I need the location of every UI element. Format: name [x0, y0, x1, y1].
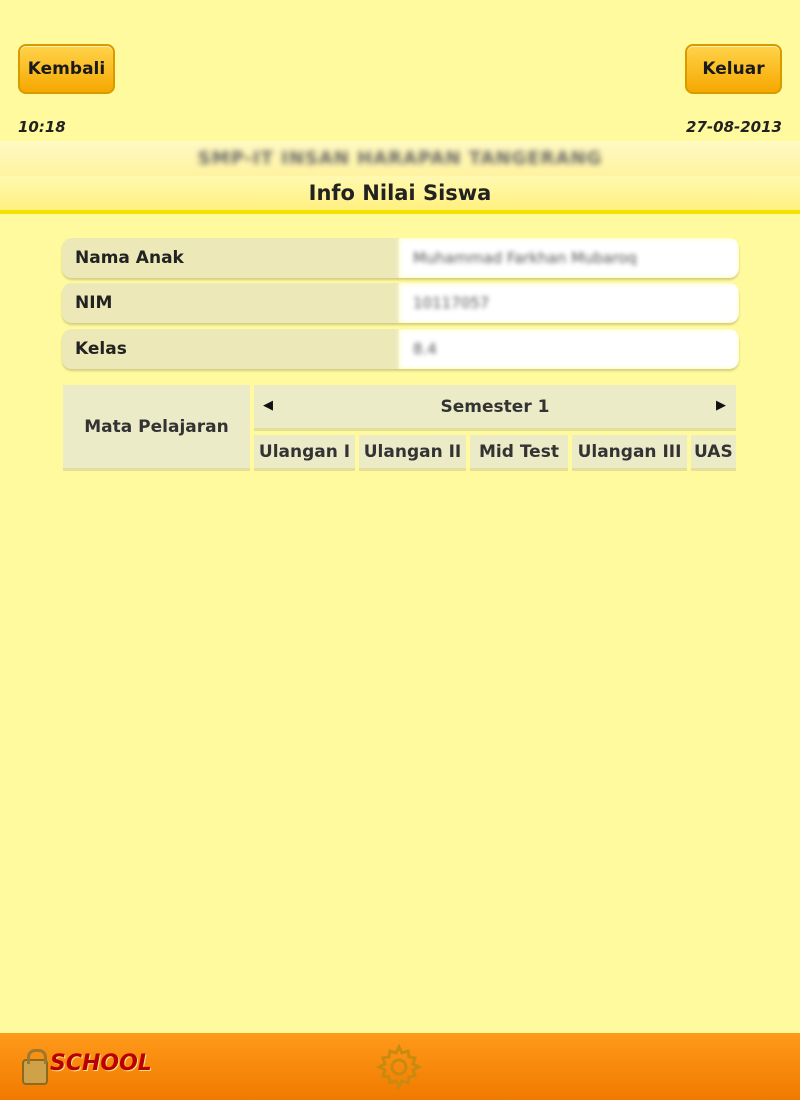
school-guard-logo: SCHOOL	[22, 1047, 157, 1089]
student-name-label: Nama Anak	[62, 238, 399, 278]
back-button[interactable]: Kembali	[18, 44, 115, 94]
semester-label: Semester 1	[440, 396, 550, 417]
semester-header: ◀ Semester 1 ▶	[254, 385, 736, 431]
student-nim-value: 10117057	[399, 283, 739, 323]
student-nim-label: NIM	[62, 283, 399, 323]
logout-button[interactable]: Keluar	[685, 44, 782, 94]
grades-table: Mata Pelajaran ◀ Semester 1 ▶ Ulangan I …	[63, 385, 736, 471]
page-title: Info Nilai Siswa	[308, 181, 492, 205]
current-date: 27-08-2013	[686, 118, 782, 136]
current-time: 10:18	[18, 118, 66, 136]
bottom-bar: SCHOOL	[0, 1033, 800, 1100]
school-banner: SMP-IT INSAN HARAPAN TANGERANG	[0, 141, 800, 176]
title-bar: Info Nilai Siswa	[0, 176, 800, 214]
column-header-uas: UAS	[691, 435, 736, 471]
column-header-ulangan-1: Ulangan I	[254, 435, 355, 471]
padlock-icon	[22, 1049, 48, 1085]
student-class-row: Kelas 8.4	[62, 329, 739, 369]
triangle-right-icon[interactable]: ▶	[716, 398, 726, 413]
student-class-label: Kelas	[62, 329, 399, 369]
student-class-value: 8.4	[399, 329, 739, 369]
column-header-mid-test: Mid Test	[470, 435, 568, 471]
subject-column-header: Mata Pelajaran	[63, 385, 250, 471]
gear-icon[interactable]	[375, 1043, 423, 1091]
student-name-value: Muhammad Farkhan Mubaroq	[399, 238, 739, 278]
student-nim-row: NIM 10117057	[62, 283, 739, 323]
logo-text: SCHOOL	[50, 1051, 152, 1076]
column-header-ulangan-2: Ulangan II	[359, 435, 466, 471]
column-header-ulangan-3: Ulangan III	[572, 435, 687, 471]
school-name: SMP-IT INSAN HARAPAN TANGERANG	[197, 148, 603, 169]
triangle-left-icon[interactable]: ◀	[263, 398, 273, 413]
student-name-row: Nama Anak Muhammad Farkhan Mubaroq	[62, 238, 739, 278]
